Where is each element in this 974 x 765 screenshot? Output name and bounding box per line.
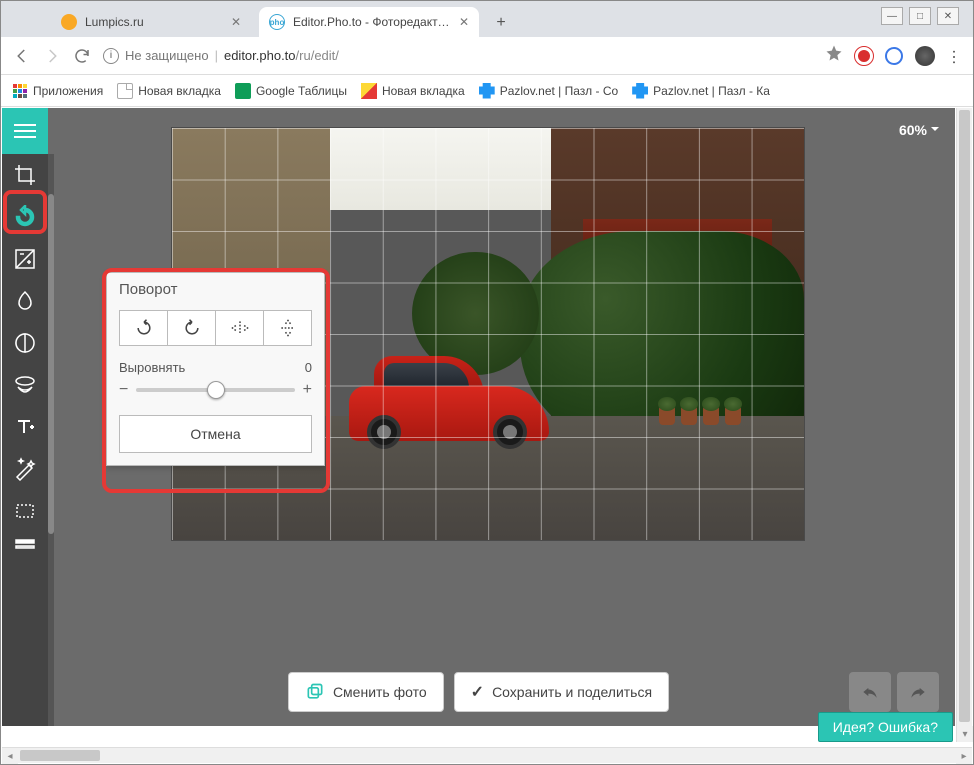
sheets-icon [235,83,251,99]
flip-horizontal-button[interactable] [216,311,264,345]
maximize-button[interactable]: □ [909,7,931,25]
rotate-tool[interactable] [2,196,48,238]
colors-tool[interactable] [2,280,48,322]
menu-hamburger-button[interactable] [2,108,48,154]
save-share-button[interactable]: ✓ Сохранить и поделиться [454,672,669,712]
sharpen-tool[interactable] [2,322,48,364]
tab-label: Lumpics.ru [85,15,225,29]
address-bar: i Не защищено | editor.pho.to/ru/edit/ ⋯ [1,37,973,75]
bookmark-star-icon[interactable] [825,44,843,67]
toolbar-extensions: ⋯ [825,44,961,67]
forward-button[interactable] [43,47,61,65]
apps-button[interactable]: Приложения [13,84,103,98]
panel-title: Поворот [107,273,324,306]
insecure-label: Не защищено [125,48,209,63]
straighten-value: 0 [305,360,312,375]
redo-button[interactable] [897,672,939,712]
favicon-icon: pho [269,14,285,30]
page-icon [117,83,133,99]
crop-tool[interactable] [2,154,48,196]
exposure-tool[interactable] [2,238,48,280]
sidebar-scrollbar[interactable] [48,154,54,726]
bottom-actions: Сменить фото ✓ Сохранить и поделиться [2,672,955,712]
bookmark-item[interactable]: Pazlov.net | Пазл - Ка [632,83,770,99]
bookmark-item[interactable]: Google Таблицы [235,83,347,99]
close-tab-icon[interactable]: ✕ [459,15,469,29]
flip-vertical-button[interactable] [264,311,311,345]
straighten-label: Выровнять [119,360,185,375]
apps-label: Приложения [33,84,103,98]
straighten-slider[interactable] [136,388,294,392]
swap-photo-icon [305,682,325,702]
frame-tool[interactable] [2,490,48,532]
site-info-icon[interactable]: i [103,48,119,64]
close-tab-icon[interactable]: ✕ [231,15,241,29]
bookmark-item[interactable]: Pazlov.net | Пазл - Со [479,83,618,99]
straighten-control: Выровнять 0 − + [107,356,324,399]
rotate-left-button[interactable] [120,311,168,345]
more-tool[interactable] [2,532,48,556]
tab-lumpics[interactable]: Lumpics.ru ✕ [51,7,251,37]
tab-label: Editor.Pho.to - Фоторедактор он [293,15,453,29]
apps-grid-icon [13,84,27,98]
zoom-indicator[interactable]: 60% [899,122,939,138]
page-vertical-scrollbar[interactable]: ▾ [956,108,972,742]
tab-strip: Lumpics.ru ✕ pho Editor.Pho.to - Фоторед… [1,1,973,37]
change-photo-button[interactable]: Сменить фото [288,672,444,712]
rotate-panel: Поворот Выровнять 0 − + Отмена [106,272,325,466]
stickers-tool[interactable] [2,364,48,406]
bookmarks-bar: Приложения Новая вкладка Google Таблицы … [1,75,973,107]
window-controls: — □ ✕ [881,7,959,25]
close-window-button[interactable]: ✕ [937,7,959,25]
menu-button[interactable]: ⋯ [944,49,964,63]
rotate-right-button[interactable] [168,311,216,345]
slider-plus-icon[interactable]: + [303,381,312,399]
feedback-button[interactable]: Идея? Ошибка? [818,712,953,742]
rotate-button-row [119,310,312,346]
check-icon: ✓ [471,682,484,702]
favicon-icon [61,14,77,30]
tab-editor-photo[interactable]: pho Editor.Pho.to - Фоторедактор он ✕ [259,7,479,37]
bookmark-item[interactable]: Новая вкладка [117,83,221,99]
editor-app: 60% П [2,108,955,726]
globe-ext-icon[interactable] [885,47,903,65]
reload-button[interactable] [73,47,91,65]
puzzle-icon [479,83,495,99]
minimize-button[interactable]: — [881,7,903,25]
back-button[interactable] [13,47,31,65]
slider-minus-icon[interactable]: − [119,381,128,399]
undo-button[interactable] [849,672,891,712]
slider-thumb[interactable] [207,381,225,399]
puzzle-icon [632,83,648,99]
sidebar-tools [2,154,48,726]
text-tool[interactable] [2,406,48,448]
page-icon [361,83,377,99]
url-field[interactable]: i Не защищено | editor.pho.to/ru/edit/ [103,48,813,64]
opera-ext-icon[interactable] [855,47,873,65]
bookmark-item[interactable]: Новая вкладка [361,83,465,99]
profile-avatar[interactable] [915,46,935,66]
effects-tool[interactable] [2,448,48,490]
url-text: editor.pho.to/ru/edit/ [224,48,339,63]
new-tab-button[interactable]: + [487,9,515,37]
cancel-button[interactable]: Отмена [119,415,312,453]
page-horizontal-scrollbar[interactable]: ◂▸ [2,747,972,763]
